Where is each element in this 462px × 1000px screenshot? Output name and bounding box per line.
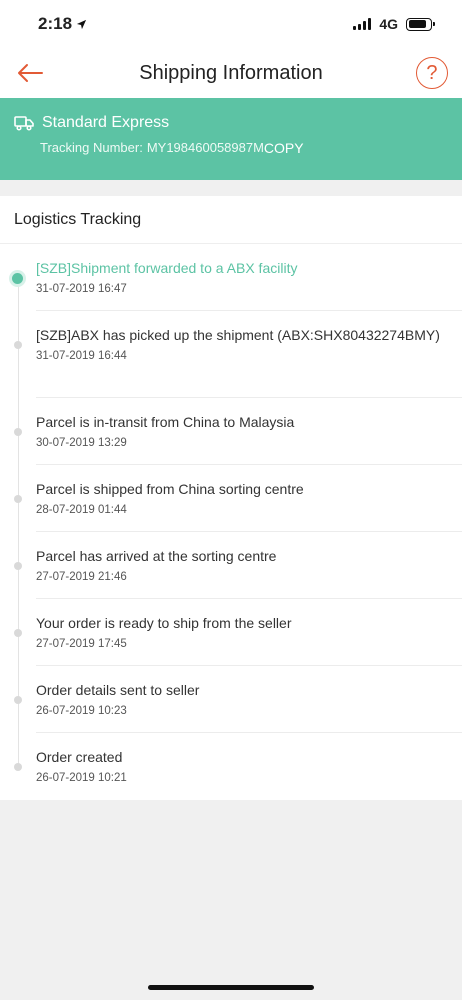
event-time: 26-07-2019 10:21 xyxy=(36,772,127,784)
event-description: Order details sent to seller xyxy=(36,682,200,698)
timeline-dot xyxy=(14,341,22,349)
timeline-dot xyxy=(14,763,22,771)
timeline-dot xyxy=(14,428,22,436)
event-description: [SZB]ABX has picked up the shipment (ABX… xyxy=(36,327,440,343)
location-arrow-icon xyxy=(76,19,87,29)
status-time-text: 2:18 xyxy=(38,14,73,33)
event-time: 31-07-2019 16:44 xyxy=(36,350,127,362)
timeline-dot-active xyxy=(12,273,23,284)
tracking-event: Parcel is in-transit from China to Malay… xyxy=(0,398,462,465)
timeline-dot xyxy=(14,562,22,570)
status-bar: 2:18 4G xyxy=(0,0,462,48)
event-description: [SZB]Shipment forwarded to a ABX facilit… xyxy=(36,260,298,276)
event-time: 28-07-2019 01:44 xyxy=(36,504,127,516)
status-indicators: 4G xyxy=(353,16,435,32)
page-title: Shipping Information xyxy=(139,61,323,84)
timeline-dot xyxy=(14,629,22,637)
event-time: 30-07-2019 13:29 xyxy=(36,437,127,449)
event-description: Parcel is in-transit from China to Malay… xyxy=(36,414,295,430)
timeline-dot xyxy=(14,696,22,704)
logistics-title: Logistics Tracking xyxy=(0,196,462,244)
tracking-event: [SZB]ABX has picked up the shipment (ABX… xyxy=(0,311,462,398)
shipping-service: Standard Express xyxy=(42,114,170,131)
tracking-number: MY198460058987M xyxy=(146,140,264,155)
battery-fill xyxy=(408,20,427,28)
back-button[interactable] xyxy=(14,57,46,89)
status-time: 2:18 xyxy=(38,14,87,34)
event-time: 31-07-2019 16:47 xyxy=(36,283,127,295)
event-description: Your order is ready to ship from the sel… xyxy=(36,615,292,631)
back-arrow-icon xyxy=(18,64,43,82)
logistics-section: Logistics Tracking [SZB]Shipment forward… xyxy=(0,196,462,800)
tracking-event: Your order is ready to ship from the sel… xyxy=(0,599,462,666)
home-indicator[interactable] xyxy=(148,985,314,990)
tracking-event: Order created 26-07-2019 10:21 xyxy=(0,733,462,800)
event-description: Order created xyxy=(36,749,123,765)
truck-icon xyxy=(14,116,34,131)
signal-icon xyxy=(353,18,372,30)
shipping-banner: Standard Express Tracking Number: MY1984… xyxy=(0,98,462,180)
shipping-service-row: Standard Express xyxy=(14,114,448,132)
copy-button[interactable]: COPY xyxy=(264,140,304,156)
help-button[interactable]: ? xyxy=(415,57,448,89)
nav-header: Shipping Information ? xyxy=(0,48,462,98)
timeline-dot xyxy=(14,495,22,503)
tracking-event: Parcel has arrived at the sorting centre… xyxy=(0,532,462,599)
tracking-label: Tracking Number: xyxy=(40,140,143,155)
tracking-event: [SZB]Shipment forwarded to a ABX facilit… xyxy=(0,244,462,311)
event-time: 27-07-2019 17:45 xyxy=(36,638,127,650)
network-type: 4G xyxy=(379,16,398,32)
battery-icon xyxy=(406,17,435,31)
event-time: 26-07-2019 10:23 xyxy=(36,705,127,717)
tracking-timeline: [SZB]Shipment forwarded to a ABX facilit… xyxy=(0,244,462,800)
event-description: Parcel has arrived at the sorting centre xyxy=(36,548,277,564)
tracking-event: Parcel is shipped from China sorting cen… xyxy=(0,465,462,532)
tracking-event: Order details sent to seller 26-07-2019 … xyxy=(0,666,462,733)
tracking-row: Tracking Number: MY198460058987M COPY xyxy=(14,140,448,156)
event-time: 27-07-2019 21:46 xyxy=(36,571,127,583)
event-description: Parcel is shipped from China sorting cen… xyxy=(36,481,304,497)
